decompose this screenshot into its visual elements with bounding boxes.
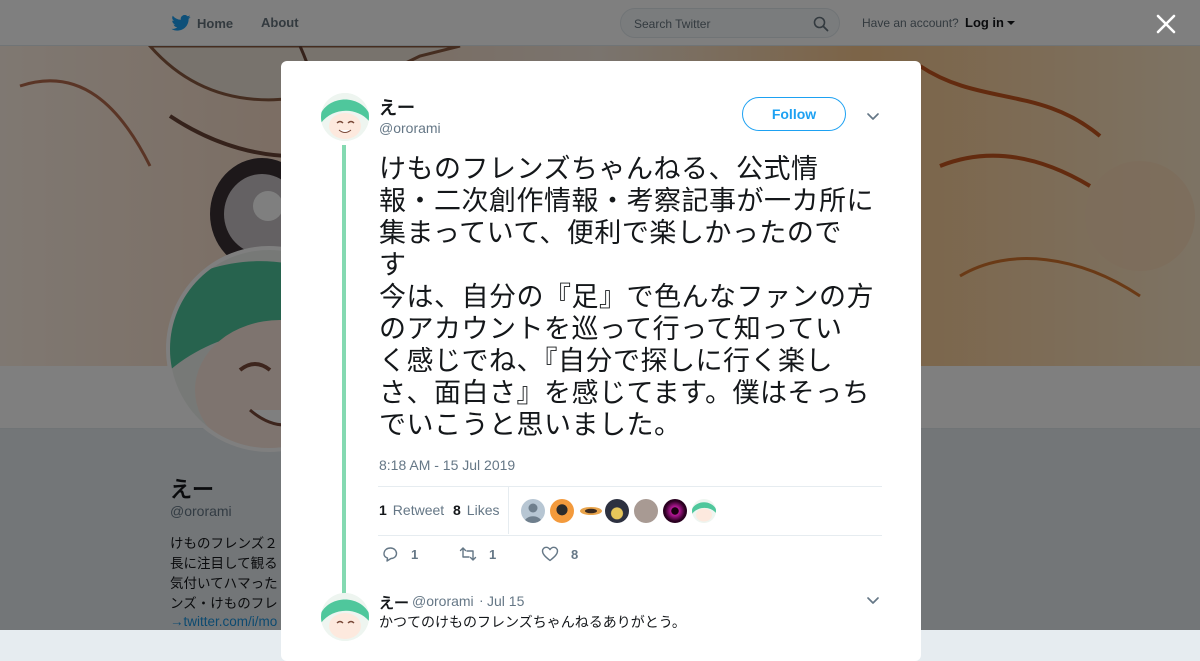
reply-date[interactable]: Jul 15 (487, 593, 524, 609)
liker-avatar-image (580, 507, 602, 515)
reply-action[interactable]: 1 (381, 545, 418, 563)
reply-author-avatar[interactable] (321, 593, 369, 641)
liker-avatar[interactable] (579, 499, 603, 523)
reply-icon (383, 547, 398, 562)
retweet-action-count: 1 (489, 546, 497, 562)
liker-avatar[interactable] (605, 499, 629, 523)
chevron-down-icon[interactable] (866, 109, 880, 123)
liker-avatar[interactable] (550, 499, 574, 523)
tweet-permalink-modal: えー @ororami Follow けものフレンズちゃんねる、公式情 報・二次… (281, 61, 921, 661)
reply-separator: · (479, 592, 484, 608)
chevron-down-icon[interactable] (866, 593, 880, 607)
retweet-stat[interactable]: 1 Retweet (379, 502, 444, 518)
liker-avatar[interactable] (521, 499, 545, 523)
likes-stat-count: 8 (453, 502, 461, 518)
tweet-author-name[interactable]: えー (379, 94, 415, 120)
conversation-thread-line (342, 145, 346, 605)
liker-avatar[interactable] (663, 499, 687, 523)
retweet-icon (459, 547, 477, 561)
tweet-author-handle[interactable]: @ororami (379, 120, 441, 136)
stats-divider (508, 487, 509, 534)
reply-text: かつてのけものフレンズちゃんねるありがとう。 (379, 614, 686, 630)
reply-avatar-image (321, 593, 369, 641)
heart-icon (541, 546, 559, 562)
retweet-stat-count: 1 (379, 502, 387, 518)
liker-avatar[interactable] (692, 499, 716, 523)
likes-stat-label: Likes (466, 502, 500, 518)
reply-author-name[interactable]: えー (379, 592, 409, 613)
reply-author-handle[interactable]: @ororami (412, 593, 474, 609)
close-icon[interactable] (1155, 13, 1177, 35)
retweet-action[interactable]: 1 (459, 545, 496, 563)
liker-avatar-image (692, 502, 716, 522)
likes-stat[interactable]: 8 Likes (453, 502, 499, 518)
tweet-author-avatar[interactable] (321, 93, 369, 141)
tweet-stats: 1 Retweet 8 Likes (378, 486, 882, 536)
default-user-icon (524, 503, 542, 523)
author-avatar-image (321, 93, 369, 141)
like-action-count: 8 (571, 546, 579, 562)
tweet-text: けものフレンズちゃんねる、公式情 報・二次創作情報・考察記事が一カ所に 集まって… (379, 154, 874, 440)
retweet-stat-label: Retweet (392, 502, 445, 518)
tweet-timestamp[interactable]: 8:18 AM - 15 Jul 2019 (379, 457, 515, 473)
like-action[interactable]: 8 (541, 545, 578, 563)
liker-avatar[interactable] (634, 499, 658, 523)
reply-action-count: 1 (411, 546, 419, 562)
follow-button[interactable]: Follow (742, 97, 846, 131)
